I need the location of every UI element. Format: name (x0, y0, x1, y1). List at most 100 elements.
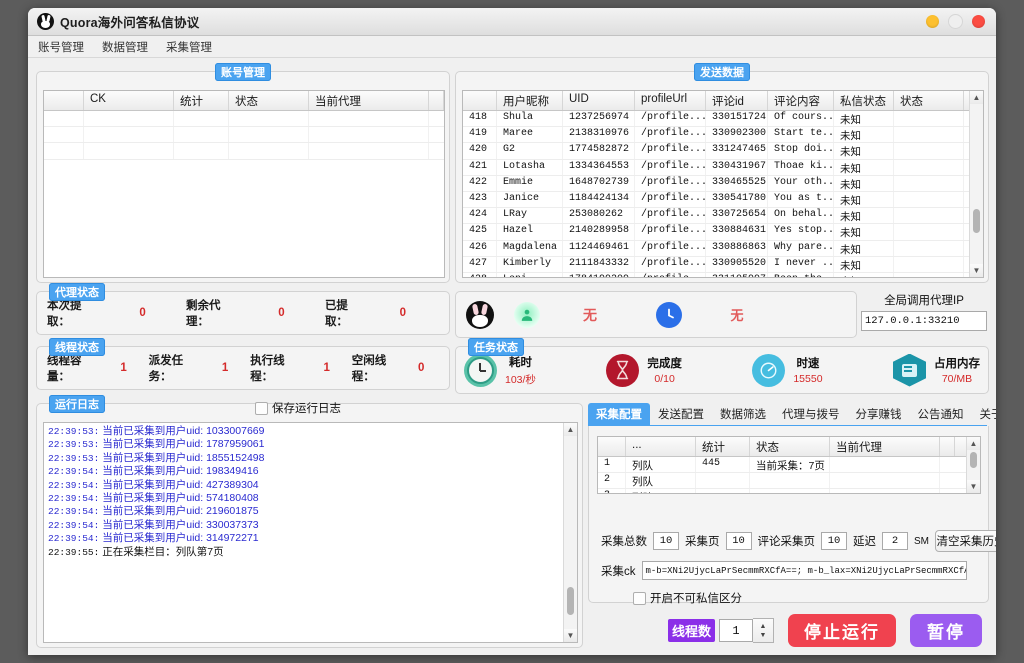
ck-input[interactable]: m-b=XNi2UjycLaPrSecmmRXCfA==; m-b_lax=XN… (642, 561, 967, 580)
send-col-dm[interactable]: 私信状态 (834, 91, 894, 110)
proxy-status-panel: 代理状态 本次提取： 0 剩余代理： 0 已提取： 0 (36, 291, 450, 335)
save-log-checkbox[interactable] (255, 402, 268, 415)
scroll-down-icon[interactable]: ▼ (970, 264, 983, 277)
stepper-up-icon[interactable]: ▲ (760, 622, 767, 631)
dm-filter-checkbox[interactable] (633, 592, 646, 605)
scrollbar-thumb[interactable] (973, 209, 980, 233)
tab-3[interactable]: 代理与拨号 (774, 403, 848, 425)
tab-0[interactable]: 采集配置 (588, 403, 650, 425)
thread-count-input[interactable]: 1 (719, 619, 753, 642)
table-row[interactable]: 423Janice1184424134/profile...330541780Y… (463, 192, 983, 208)
table-row[interactable]: 3列队 (598, 489, 980, 494)
clear-history-button[interactable]: 清空采集历史 (935, 530, 996, 552)
comment-pages-input[interactable]: 10 (821, 532, 847, 550)
cell-comment: Thoae ki... (768, 160, 834, 175)
cell-ck (84, 127, 174, 142)
table-row[interactable]: 424LRay253080262/profile...330725654On b… (463, 208, 983, 224)
maximize-button[interactable] (948, 14, 963, 29)
table-row[interactable]: 425Hazel2140289958/profile...330884631Ye… (463, 224, 983, 240)
cell-dm: 未知 (834, 192, 894, 207)
table-row[interactable]: 421Lotasha1334364553/profile...330431967… (463, 160, 983, 176)
account-expiry-value: 无 (682, 305, 792, 324)
table-row[interactable]: 427Kimberly2111843332/profile...33090552… (463, 257, 983, 273)
cell-idx: 427 (463, 257, 497, 272)
delay-input[interactable]: 2 (882, 532, 908, 550)
queue-col-proxy[interactable]: 当前代理 (830, 437, 940, 456)
queue-scroll-down-icon[interactable]: ▼ (967, 480, 980, 493)
account-table[interactable]: CK 统计 状态 当前代理 (43, 90, 445, 278)
tab-2[interactable]: 数据筛选 (712, 403, 774, 425)
table-row[interactable] (44, 111, 444, 127)
global-proxy-input[interactable]: 127.0.0.1:33210 (861, 311, 987, 331)
log-timestamp: 22:39:53: (48, 453, 99, 464)
send-col-nickname[interactable]: 用户昵称 (497, 91, 563, 110)
queue-col-count[interactable]: 统计 (696, 437, 750, 456)
cell-dm: 未知 (834, 127, 894, 142)
thread-count-stepper[interactable]: ▲ ▼ (753, 618, 774, 643)
tab-6[interactable]: 关于软件 (972, 403, 997, 425)
account-col-count[interactable]: 统计 (174, 91, 229, 110)
close-button[interactable] (972, 15, 985, 28)
log-timestamp: 22:39:54: (48, 506, 99, 517)
send-table-scrollbar[interactable]: ▲ ▼ (969, 91, 983, 277)
account-col-proxy[interactable]: 当前代理 (309, 91, 429, 110)
send-col-index[interactable] (463, 91, 497, 110)
send-col-cid[interactable]: 评论id (706, 91, 768, 110)
table-row[interactable]: 418Shula1237256974/profile...330151724Of… (463, 111, 983, 127)
queue-col-name[interactable]: ... (626, 437, 696, 456)
cell-nick: Kimberly (497, 257, 563, 272)
metric-memory: 占用内存 70/MB (893, 354, 980, 387)
menu-item-data[interactable]: 数据管理 (100, 38, 150, 56)
dm-filter-checkbox-wrap[interactable]: 开启不可私信区分 (633, 590, 742, 606)
queue-scroll-up-icon[interactable]: ▲ (967, 437, 980, 450)
total-count-input[interactable]: 10 (653, 532, 679, 550)
cell-status (750, 473, 830, 488)
log-scrollbar-thumb[interactable] (567, 587, 574, 615)
scroll-up-icon[interactable]: ▲ (970, 91, 983, 104)
table-row[interactable]: 422Emmie1648702739/profile...330465525Yo… (463, 176, 983, 192)
send-col-uid[interactable]: UID (563, 91, 635, 110)
collection-queue-table[interactable]: ... 统计 状态 当前代理 1列队445当前采集：7页2列队3列队 ▲ ▼ (597, 436, 981, 494)
user-icon (514, 302, 540, 328)
send-col-comment[interactable]: 评论内容 (768, 91, 834, 110)
log-scrollbar[interactable]: ▲ ▼ (563, 423, 577, 642)
run-log-output[interactable]: 22:39:53: 当前已采集到用户uid: 103300766922:39:5… (43, 422, 578, 643)
tab-1[interactable]: 发送配置 (650, 403, 712, 425)
menu-item-collection[interactable]: 采集管理 (164, 38, 214, 56)
send-data-table[interactable]: 用户昵称 UID profileUrl 评论id 评论内容 私信状态 状态 41… (462, 90, 984, 278)
table-row[interactable] (44, 127, 444, 143)
queue-col-status[interactable]: 状态 (750, 437, 830, 456)
table-row[interactable]: 2列队 (598, 473, 980, 489)
table-row[interactable]: 428Leni1784199209/profile...331105997Bee… (463, 273, 983, 278)
tab-5[interactable]: 公告通知 (910, 403, 972, 425)
queue-scrollbar[interactable]: ▲ ▼ (966, 437, 980, 493)
menu-item-account[interactable]: 账号管理 (36, 38, 86, 56)
account-col-status[interactable]: 状态 (229, 91, 309, 110)
log-scroll-up-icon[interactable]: ▲ (564, 423, 577, 436)
account-col-ck[interactable]: CK (84, 91, 174, 110)
save-log-checkbox-wrap[interactable]: 保存运行日志 (255, 400, 341, 416)
queue-col-index[interactable] (598, 437, 626, 456)
table-row[interactable]: 419Maree2138310976/profile...330902300St… (463, 127, 983, 143)
stop-button[interactable]: 停止运行 (788, 614, 896, 647)
log-scroll-down-icon[interactable]: ▼ (564, 629, 577, 642)
send-col-status[interactable]: 状态 (894, 91, 964, 110)
pages-input[interactable]: 10 (726, 532, 752, 550)
pause-button[interactable]: 暂停 (910, 614, 982, 647)
log-message: 当前已采集到用户uid: 330037373 (99, 519, 258, 531)
queue-scrollbar-thumb[interactable] (970, 452, 977, 468)
table-row[interactable]: 420G21774582872/profile...331247465Stop … (463, 143, 983, 159)
queue-table-body: 1列队445当前采集：7页2列队3列队 (598, 457, 980, 494)
cell-url: /profile... (635, 127, 706, 142)
table-row[interactable] (44, 143, 444, 159)
log-timestamp: 22:39:54: (48, 466, 99, 477)
account-col-index[interactable] (44, 91, 84, 110)
tab-4[interactable]: 分享赚钱 (848, 403, 910, 425)
table-row[interactable]: 426Magdalena1124469461/profile...3308868… (463, 241, 983, 257)
cell-count (696, 473, 750, 488)
send-table-body: 418Shula1237256974/profile...330151724Of… (463, 111, 983, 278)
send-col-url[interactable]: profileUrl (635, 91, 706, 110)
stepper-down-icon[interactable]: ▼ (760, 631, 767, 640)
minimize-button[interactable] (926, 15, 939, 28)
table-row[interactable]: 1列队445当前采集：7页 (598, 457, 980, 473)
